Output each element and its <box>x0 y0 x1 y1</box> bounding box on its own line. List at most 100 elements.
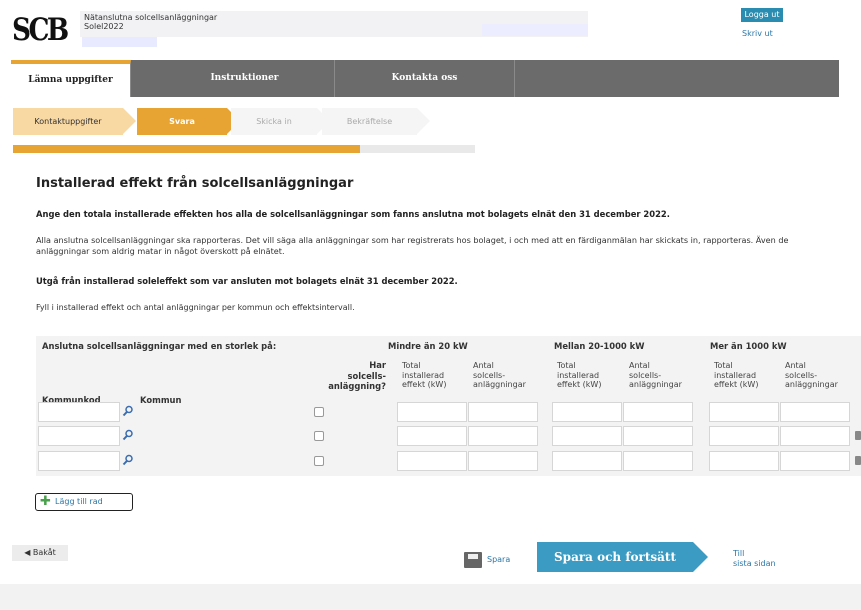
step-arrow <box>123 108 136 134</box>
har-checkbox[interactable] <box>314 456 324 466</box>
antal-large-input[interactable] <box>780 402 850 422</box>
tab-lamna-uppgifter[interactable]: Lämna uppgifter <box>11 60 131 97</box>
col-header-kommun: Kommun <box>140 395 182 405</box>
effekt-medium-input[interactable] <box>552 426 622 446</box>
survey-name: Nätanslutna solcellsanläggningar <box>84 13 218 22</box>
col-header-har-line: solcells- <box>347 370 386 381</box>
subh-line: Antal <box>785 361 806 370</box>
to-last-page-link[interactable]: Till sista sidan <box>733 549 776 569</box>
step-arrow <box>417 108 430 134</box>
data-table: Anslutna solcellsanläggningar med en sto… <box>36 336 861 476</box>
subh-line: effekt (kW) <box>557 380 602 389</box>
col-header-har: Har solcells- anläggning? <box>290 360 386 392</box>
survey-code: Solel2022 <box>84 22 124 31</box>
kommunkod-input[interactable] <box>38 451 120 471</box>
har-checkbox[interactable] <box>314 431 324 441</box>
to-last-line: sista sidan <box>733 559 776 568</box>
subh-line: Total <box>402 361 421 370</box>
subh-line: installerad <box>714 370 757 380</box>
search-icon[interactable] <box>122 405 134 417</box>
kommunkod-input[interactable] <box>38 402 120 422</box>
continue-arrow <box>693 542 708 572</box>
band-header-large: Mer än 1000 kW <box>710 341 787 351</box>
effekt-small-input[interactable] <box>397 451 467 471</box>
antal-large-input[interactable] <box>780 426 850 446</box>
lead-text: Ange den totala installerade effekten ho… <box>36 209 670 219</box>
step-label: Skicka in <box>256 117 292 126</box>
add-row-label: Lägg till rad <box>55 497 103 506</box>
antal-small-input[interactable] <box>468 451 538 471</box>
subh-line: anläggningar <box>473 380 526 389</box>
header-field-placeholder <box>482 24 588 36</box>
add-row-button[interactable]: ✚ Lägg till rad <box>35 493 133 511</box>
tab-instruktioner[interactable]: Instruktioner <box>155 60 335 97</box>
fill-instructions: Fyll i installerad effekt och antal anlä… <box>36 303 355 312</box>
subh-line: Antal <box>473 361 494 370</box>
col-header-effekt: Total installerad effekt (kW) <box>557 361 601 390</box>
step-kontaktuppgifter[interactable]: Kontaktuppgifter <box>13 108 136 135</box>
step-bekraftelse: Bekräftelse <box>322 108 430 135</box>
antal-small-input[interactable] <box>468 402 538 422</box>
step-label: Svara <box>169 117 195 126</box>
header: SCB Nätanslutna solcellsanläggningar Sol… <box>0 0 861 58</box>
band-header-small: Mindre än 20 kW <box>388 341 468 351</box>
trash-icon[interactable] <box>855 431 861 440</box>
step-svara: Svara <box>137 108 240 135</box>
step-label: Kontaktuppgifter <box>34 117 102 126</box>
save-icon[interactable] <box>464 552 482 568</box>
subh-line: effekt (kW) <box>402 380 447 389</box>
antal-large-input[interactable] <box>780 451 850 471</box>
effekt-large-input[interactable] <box>709 402 779 422</box>
effekt-large-input[interactable] <box>709 426 779 446</box>
effekt-small-input[interactable] <box>397 402 467 422</box>
print-link[interactable]: Skriv ut <box>742 29 773 38</box>
antal-medium-input[interactable] <box>623 426 693 446</box>
back-button[interactable]: ◀ Bakåt <box>12 545 68 561</box>
col-header-har-line: Har <box>369 360 386 370</box>
progress-bar <box>13 145 475 153</box>
col-header-effekt: Total installerad effekt (kW) <box>714 361 758 390</box>
tab-kontakta-oss[interactable]: Kontakta oss <box>335 60 515 97</box>
search-icon[interactable] <box>122 454 134 466</box>
effekt-medium-input[interactable] <box>552 451 622 471</box>
subh-line: anläggningar <box>785 380 838 389</box>
antal-small-input[interactable] <box>468 426 538 446</box>
save-link[interactable]: Spara <box>487 555 510 564</box>
subh-line: installerad <box>557 370 600 380</box>
subh-line: Total <box>557 361 576 370</box>
col-header-antal: Antal solcells-anläggningar <box>785 361 838 390</box>
search-icon[interactable] <box>122 429 134 441</box>
step-skicka-in: Skicka in <box>231 108 330 135</box>
to-last-line: Till <box>733 549 745 558</box>
main-nav: Lämna uppgifter Instruktioner Kontakta o… <box>11 60 839 97</box>
col-header-har-line: anläggning? <box>328 381 386 391</box>
save-and-continue-button[interactable]: Spara och fortsätt <box>537 542 693 572</box>
col-header-effekt: Total installerad effekt (kW) <box>402 361 446 390</box>
subh-line: Total <box>714 361 733 370</box>
subh-line: solcells- <box>785 370 818 380</box>
har-checkbox[interactable] <box>314 407 324 417</box>
antal-medium-input[interactable] <box>623 451 693 471</box>
logout-button[interactable]: Logga ut <box>741 8 783 22</box>
plus-icon: ✚ <box>40 494 51 509</box>
bottom-bar <box>11 537 839 579</box>
kommunkod-input[interactable] <box>38 426 120 446</box>
subh-line: solcells- <box>629 370 662 380</box>
group-header: Anslutna solcellsanläggningar med en sto… <box>42 341 277 351</box>
effekt-small-input[interactable] <box>397 426 467 446</box>
subh-line: anläggningar <box>629 380 682 389</box>
scb-logo: SCB <box>12 12 69 48</box>
step-label: Bekräftelse <box>346 117 393 126</box>
antal-medium-input[interactable] <box>623 402 693 422</box>
trash-icon[interactable] <box>855 456 861 465</box>
effekt-large-input[interactable] <box>709 451 779 471</box>
col-header-antal: Antal solcells-anläggningar <box>473 361 526 390</box>
page-title: Installerad effekt från solcellsanläggni… <box>36 176 354 191</box>
band-header-medium: Mellan 20-1000 kW <box>554 341 645 351</box>
subh-line: solcells- <box>473 370 506 380</box>
note-text: Utgå från installerad soleleffekt som va… <box>36 276 458 286</box>
effekt-medium-input[interactable] <box>552 402 622 422</box>
col-header-antal: Antal solcells-anläggningar <box>629 361 682 390</box>
footer <box>0 584 861 610</box>
subh-line: effekt (kW) <box>714 380 759 389</box>
